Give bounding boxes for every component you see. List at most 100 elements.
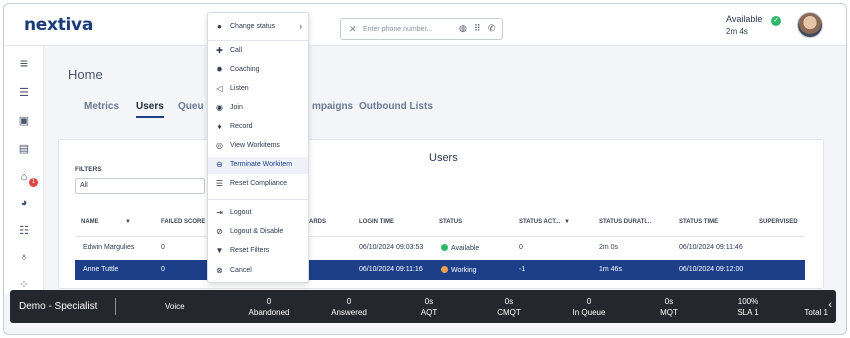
eye-icon: ◎ [216, 141, 223, 150]
logout-icon: ⇥ [216, 208, 223, 217]
menu-item-label: Reset Compliance [230, 180, 288, 187]
status-text: Working [451, 267, 477, 274]
stat-label: MQT [660, 308, 678, 317]
menu-divider [208, 40, 308, 41]
menu-item-view-workitems[interactable]: ◎ View Workitems [208, 138, 308, 155]
stat-value: 0 [586, 297, 592, 306]
phone-input[interactable]: ✕ Enter phone number... ◍ ⠿ ✆ [340, 18, 503, 40]
cell-status: Working [441, 266, 477, 274]
microphone-icon[interactable]: ♁ [17, 250, 31, 264]
menu-item-label: Coaching [230, 66, 260, 73]
stat-value: 0 [346, 297, 352, 306]
menu-item-logout-disable[interactable]: ⊘ Logout & Disable [208, 224, 308, 241]
cell-status-duration: 2m 0s [599, 244, 619, 251]
agent-status[interactable]: Available 2m 4s [726, 14, 762, 36]
add-call-icon: ✚ [216, 46, 223, 55]
chevron-left-icon[interactable]: ‹ [828, 299, 832, 311]
menu-item-label: Cancel [230, 267, 252, 274]
menu-item-reset-filters[interactable]: ▼ Reset Filters [208, 243, 308, 260]
menu-item-cancel[interactable]: ⊗ Cancel [208, 263, 308, 280]
logout-disable-icon: ⊘ [216, 227, 223, 236]
menu-item-label: Change status [230, 23, 276, 30]
menu-divider [208, 199, 308, 200]
stat-label: In Queue [572, 308, 606, 317]
column-header-status[interactable]: STATUS [439, 219, 462, 225]
globe-icon[interactable]: ◍ [459, 23, 467, 34]
clear-icon[interactable]: ✕ [349, 24, 357, 35]
minus-circle-icon: ⊖ [216, 160, 223, 169]
menu-item-coaching[interactable]: ✹ Coaching [208, 62, 308, 79]
queue-title[interactable]: Demo - Specialist [19, 301, 97, 312]
table-row-selected[interactable]: Anne Tuttle 0 06/10/2024 09:11:16 Workin… [75, 260, 805, 280]
status-label: Available [726, 14, 763, 24]
menu-item-call[interactable]: ✚ Call [208, 43, 308, 60]
stat-value: 0 [266, 297, 272, 306]
tab-users[interactable]: Users [136, 101, 164, 118]
menu-item-record[interactable]: ♦ Record [208, 119, 308, 136]
column-header-cards[interactable]: ARDS [309, 219, 326, 225]
tab-queues[interactable]: Queu [178, 101, 204, 112]
logo: nextiva [24, 15, 94, 35]
join-icon: ◉ [216, 103, 223, 112]
stat-value [782, 296, 828, 307]
report-icon[interactable]: ▤ [17, 142, 31, 156]
menu-item-label: View Workitems [230, 142, 280, 149]
stat-value: 0s [424, 297, 434, 306]
stat-label: Answered [331, 308, 367, 317]
notification-badge: 1 [29, 178, 38, 187]
menu-item-label: Reset Filters [230, 247, 270, 254]
cell-name: Anne Tuttle [83, 266, 119, 273]
context-menu: ● Change status › ✚ Call ✹ Coaching ◁ Liste… [207, 12, 309, 283]
menu-item-change-status[interactable]: ● Change status › [208, 19, 308, 36]
filter-select[interactable]: All [75, 178, 205, 194]
cell-status-activity: 0 [519, 244, 523, 251]
app-window: nextiva ✕ Enter phone number... ◍ ⠿ ✆ Av… [3, 3, 847, 335]
menu-item-logout[interactable]: ⇥ Logout [208, 205, 308, 222]
person-icon: ● [217, 22, 222, 31]
dialpad-icon[interactable]: ⠿ [474, 23, 481, 34]
column-header-status-time[interactable]: STATUS TIME [679, 219, 718, 225]
menu-item-label: Call [230, 47, 243, 54]
contact-card-icon[interactable]: ▣ [17, 114, 31, 128]
cell-status-time: 06/10/2024 09:11:46 [679, 244, 743, 251]
users-panel: Users FILTERS All NAME ▼ FAILED SCORE AR… [58, 139, 824, 289]
cell-login-time: 06/10/2024 09:03:53 [359, 244, 424, 251]
speaker-icon: ◁ [216, 84, 223, 93]
row-divider [75, 236, 805, 237]
table-row[interactable]: Edwin Margulies 0 06/10/2024 09:03:53 Av… [75, 238, 805, 258]
menu-item-label: Join [230, 104, 243, 111]
column-header-status-activity[interactable]: STATUS ACT... [519, 219, 560, 225]
mic-icon: ♦ [217, 122, 222, 131]
phone-call-icon[interactable]: ✆ [488, 23, 496, 34]
list-icon[interactable]: ☰ [17, 86, 31, 100]
stat-mqt: 0s MQT [639, 296, 699, 318]
menu-item-join[interactable]: ◉ Join [208, 100, 308, 117]
menu-item-listen[interactable]: ◁ Listen [208, 81, 308, 98]
menu-item-reset-compliance[interactable]: ☰ Reset Compliance [208, 176, 308, 193]
working-status-icon [441, 266, 448, 273]
pie-chart-icon[interactable]: ◕ [17, 196, 31, 210]
column-header-name[interactable]: NAME [81, 219, 99, 225]
avatar[interactable] [797, 12, 823, 38]
column-header-failed-score[interactable]: FAILED SCORE [161, 219, 205, 225]
menu-item-label: Logout [230, 209, 252, 216]
cell-status: Available [441, 244, 479, 252]
channel-label: Voice [165, 302, 185, 311]
stat-label: CMQT [497, 308, 521, 317]
filter-icon[interactable]: ▼ [564, 219, 570, 225]
filters-label: FILTERS [75, 166, 102, 173]
chevron-right-icon: › [299, 22, 302, 31]
filter-icon[interactable]: ▼ [125, 219, 131, 225]
cell-status-activity: -1 [519, 266, 526, 273]
stat-abandoned: 0 Abandoned [239, 296, 299, 318]
tab-campaigns[interactable]: mpaigns [312, 101, 353, 112]
tab-outbound-lists[interactable]: Outbound Lists [359, 101, 433, 112]
column-header-supervised[interactable]: SUPERVISED [759, 219, 798, 225]
menu-item-terminate-workitem[interactable]: ⊖ Terminate Workitem [208, 157, 308, 174]
tab-metrics[interactable]: Metrics [84, 101, 119, 112]
hamburger-menu-icon[interactable]: ≡ [17, 56, 31, 70]
queue-list-icon[interactable]: ☷ [17, 224, 31, 238]
column-header-status-duration[interactable]: STATUS DURATI... [599, 219, 651, 225]
column-header-login-time[interactable]: LOGIN TIME [359, 219, 394, 225]
stat-total: Total 1 [782, 296, 828, 318]
